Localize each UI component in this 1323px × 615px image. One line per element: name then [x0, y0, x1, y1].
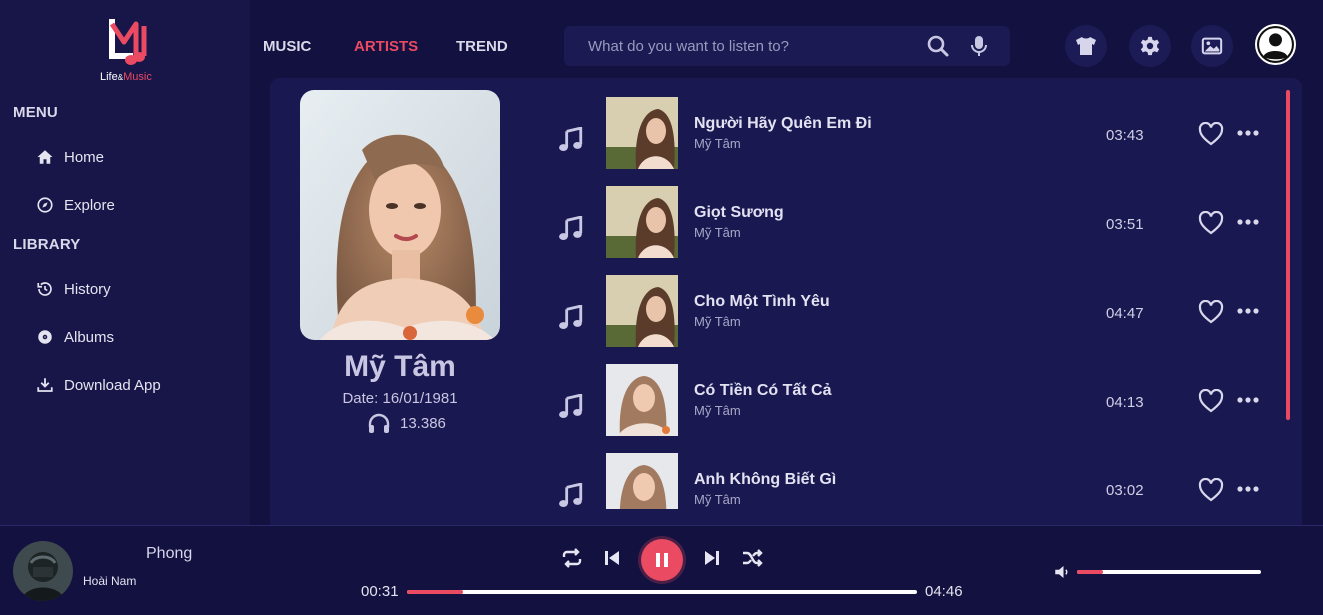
heart-icon[interactable] — [1198, 478, 1224, 502]
song-row[interactable]: Giọt Sương Mỹ Tâm 03:51 — [270, 186, 1280, 260]
sidebar-item-label: History — [64, 280, 111, 298]
song-row[interactable]: Cho Một Tình Yêu Mỹ Tâm 04:47 — [270, 275, 1280, 349]
song-duration: 04:13 — [1106, 394, 1144, 411]
nav-trend[interactable]: TREND — [456, 38, 508, 55]
more-options-icon[interactable] — [1236, 395, 1260, 405]
song-duration: 03:02 — [1106, 482, 1144, 499]
now-playing-title: Phong — [146, 545, 193, 562]
song-duration: 03:51 — [1106, 216, 1144, 233]
song-title[interactable]: Giọt Sương — [694, 204, 784, 222]
heart-icon[interactable] — [1198, 300, 1224, 324]
search-bar — [564, 26, 1010, 66]
song-artist: Mỹ Tâm — [694, 225, 741, 240]
song-duration: 04:47 — [1106, 305, 1144, 322]
song-cover[interactable] — [606, 97, 678, 169]
progress-bar[interactable] — [407, 590, 917, 594]
shuffle-icon[interactable] — [740, 546, 764, 570]
song-artist: Mỹ Tâm — [694, 492, 741, 507]
settings-button[interactable] — [1129, 25, 1171, 67]
more-options-icon[interactable] — [1236, 306, 1260, 316]
sidebar: Life&Music MENU Home Explore LIBRARY His… — [0, 0, 250, 525]
song-cover[interactable] — [606, 453, 678, 509]
search-icon[interactable] — [926, 34, 950, 58]
sidebar-item-explore[interactable]: Explore — [36, 194, 115, 216]
current-time: 00:31 — [361, 583, 399, 600]
volume-fill — [1077, 570, 1103, 574]
pause-icon — [656, 553, 668, 567]
history-icon — [37, 282, 52, 296]
volume-icon[interactable] — [1053, 563, 1071, 581]
progress-fill — [407, 590, 464, 594]
gear-icon — [1140, 36, 1160, 56]
song-title[interactable]: Anh Không Biết Gì — [694, 471, 836, 489]
sidebar-item-label: Explore — [64, 196, 115, 214]
artist-panel: Mỹ Tâm Date: 16/01/1981 13.386 Người Hãy… — [270, 78, 1302, 525]
song-title[interactable]: Cho Một Tình Yêu — [694, 293, 830, 311]
more-options-icon[interactable] — [1236, 484, 1260, 494]
repeat-icon[interactable] — [560, 546, 584, 570]
sidebar-item-label: Home — [64, 148, 105, 166]
song-cover[interactable] — [606, 186, 678, 258]
heart-icon[interactable] — [1198, 122, 1224, 146]
logo-text-main: Life — [100, 71, 118, 83]
music-note-icon[interactable] — [558, 127, 584, 153]
previous-icon[interactable] — [600, 546, 624, 570]
more-options-icon[interactable] — [1236, 128, 1260, 138]
download-icon — [37, 378, 53, 392]
song-title[interactable]: Người Hãy Quên Em Đi — [694, 115, 872, 133]
shirt-icon — [1076, 37, 1096, 55]
library-heading: LIBRARY — [13, 236, 81, 253]
music-note-icon[interactable] — [558, 394, 584, 420]
sidebar-item-label: Albums — [64, 328, 115, 346]
nav-music[interactable]: MUSIC — [263, 38, 311, 55]
now-playing-artist: Hoài Nam — [83, 574, 137, 588]
nav-artists[interactable]: ARTISTS — [354, 38, 418, 55]
theme-button[interactable] — [1065, 25, 1107, 67]
compass-icon — [37, 197, 53, 213]
sidebar-item-label: Download App — [64, 376, 161, 394]
song-list-scrollbar[interactable] — [1286, 90, 1290, 420]
pause-button[interactable] — [641, 539, 683, 581]
image-icon — [1201, 37, 1223, 55]
music-note-icon[interactable] — [558, 483, 584, 509]
player-bar: Phong Hoài Nam 00:31 04:46 — [0, 525, 1323, 615]
next-icon[interactable] — [700, 546, 724, 570]
logo-text-accent: Music — [123, 71, 152, 83]
more-options-icon[interactable] — [1236, 217, 1260, 227]
song-cover[interactable] — [606, 275, 678, 347]
volume-slider[interactable] — [1077, 570, 1261, 574]
logo-text: Life&Music — [100, 71, 152, 83]
album-icon — [38, 330, 52, 344]
sidebar-item-download-app[interactable]: Download App — [36, 374, 161, 396]
total-time: 04:46 — [925, 583, 963, 600]
now-playing-cover — [13, 541, 73, 601]
music-note-icon[interactable] — [558, 305, 584, 331]
song-artist: Mỹ Tâm — [694, 403, 741, 418]
menu-heading: MENU — [13, 104, 58, 121]
user-avatar-icon — [1257, 26, 1294, 63]
search-input[interactable] — [578, 26, 908, 66]
background-image-button[interactable] — [1191, 25, 1233, 67]
microphone-icon[interactable] — [967, 34, 991, 58]
song-row[interactable]: Anh Không Biết Gì Mỹ Tâm 03:02 — [270, 453, 1280, 525]
song-artist: Mỹ Tâm — [694, 314, 741, 329]
heart-icon[interactable] — [1198, 211, 1224, 235]
heart-icon[interactable] — [1198, 389, 1224, 413]
song-row[interactable]: Có Tiền Có Tất Cả Mỹ Tâm 04:13 — [270, 364, 1280, 438]
song-row[interactable]: Người Hãy Quên Em Đi Mỹ Tâm 03:43 — [270, 97, 1280, 171]
song-duration: 03:43 — [1106, 127, 1144, 144]
song-cover[interactable] — [606, 364, 678, 436]
home-icon — [37, 150, 53, 164]
song-title[interactable]: Có Tiền Có Tất Cả — [694, 382, 832, 400]
sidebar-item-history[interactable]: History — [36, 278, 111, 300]
song-artist: Mỹ Tâm — [694, 136, 741, 151]
sidebar-item-albums[interactable]: Albums — [36, 326, 114, 348]
user-avatar-button[interactable] — [1255, 24, 1296, 65]
sidebar-item-home[interactable]: Home — [36, 146, 104, 168]
music-note-icon[interactable] — [558, 216, 584, 242]
